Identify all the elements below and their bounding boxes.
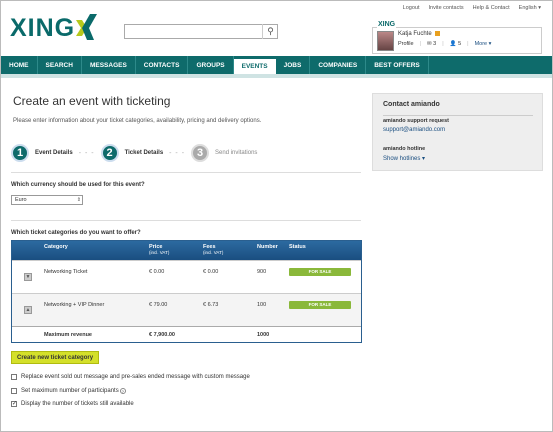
select-arrows-icon: ⇕ xyxy=(76,197,81,203)
avatar[interactable] xyxy=(377,31,394,51)
intro-text: Please enter information about your tick… xyxy=(13,118,262,124)
step-3-circle: 3 xyxy=(191,144,210,162)
step-1-circle: 1 xyxy=(11,144,29,162)
support-email-link[interactable]: support@amiando.com xyxy=(383,127,445,133)
max-participants-checkbox[interactable] xyxy=(11,388,17,394)
language-select[interactable]: English ▾ xyxy=(519,5,541,11)
person-icon: 👤 xyxy=(449,41,457,47)
search-input[interactable] xyxy=(124,24,278,39)
divider xyxy=(11,172,361,173)
sidebar-title: Contact amiando xyxy=(383,101,440,108)
price-cell: € 79.00 xyxy=(149,302,168,308)
nav-home[interactable]: HOME xyxy=(1,56,38,74)
step-3-label: Send invitations xyxy=(215,150,258,156)
number-cell: 900 xyxy=(257,269,267,275)
number-cell: 100 xyxy=(257,302,267,308)
status-badge: FOR SALE xyxy=(289,268,351,276)
header-number: Number xyxy=(257,244,278,250)
profile-actions: Profile | ✉ 3 | 👤 5 | More ▾ xyxy=(398,41,492,47)
step-divider: - - - xyxy=(78,149,95,157)
create-ticket-category-button[interactable]: Create new ticket category xyxy=(11,351,100,364)
sub-nav-bar xyxy=(1,74,552,78)
option-custom-message[interactable]: Replace event sold out message and pre-s… xyxy=(11,374,250,380)
fees-cell: € 0.00 xyxy=(203,269,219,275)
category-cell: Networking + VIP Dinner xyxy=(44,302,105,308)
total-number: 1000 xyxy=(257,332,270,338)
main-nav: HOME SEARCH MESSAGES CONTACTS GROUPS EVE… xyxy=(1,56,552,74)
nav-best-offers[interactable]: BEST OFFERS xyxy=(366,56,429,74)
logout-link[interactable]: Logout xyxy=(403,5,420,11)
custom-message-checkbox[interactable] xyxy=(11,374,17,380)
page-title: Create an event with ticketing xyxy=(13,94,171,108)
move-down-icon[interactable]: ▼ xyxy=(24,273,32,281)
currency-question: Which currency should be used for this e… xyxy=(11,182,145,188)
help-contact-link[interactable]: Help & Contact xyxy=(473,5,510,11)
nav-messages[interactable]: MESSAGES xyxy=(82,56,136,74)
fees-cell: € 6.73 xyxy=(203,302,219,308)
invite-contacts-link[interactable]: Invite contacts xyxy=(428,5,463,11)
xing-x-icon xyxy=(76,14,97,40)
more-menu[interactable]: More ▾ xyxy=(475,41,492,47)
table-header: Category Price (incl. VAT) Fees (incl. VAT… xyxy=(12,241,361,260)
nav-jobs[interactable]: JOBS xyxy=(276,56,311,74)
max-revenue-label: Maximum revenue xyxy=(44,332,92,338)
support-label: amiando support request xyxy=(383,118,450,124)
option-display-tickets[interactable]: ✓ Display the number of tickets still av… xyxy=(11,401,134,407)
nav-events[interactable]: EVENTS xyxy=(233,59,276,74)
contacts-link[interactable]: 👤 5 xyxy=(450,41,461,47)
move-up-icon[interactable]: ▲ xyxy=(24,306,32,314)
envelope-icon: ✉ xyxy=(427,41,432,47)
messages-link[interactable]: ✉ 3 xyxy=(427,41,436,47)
price-cell: € 0.00 xyxy=(149,269,165,275)
hotline-label: amiando hotline xyxy=(383,146,426,152)
nav-companies[interactable]: COMPANIES xyxy=(310,56,367,74)
table-footer: Maximum revenue € 7,900.00 1000 xyxy=(12,326,361,342)
step-divider: - - - xyxy=(169,149,186,157)
step-2-label: Ticket Details xyxy=(124,150,164,156)
profile-name[interactable]: Katja Fuchte xyxy=(398,31,440,37)
profile-link[interactable]: Profile xyxy=(398,41,414,47)
max-revenue-value: € 7,900.00 xyxy=(149,332,175,338)
divider xyxy=(11,220,361,221)
header-price: Price (incl. VAT) xyxy=(149,244,170,255)
table-row[interactable]: ▼ Networking Ticket € 0.00 € 0.00 900 FO… xyxy=(12,260,361,293)
nav-contacts[interactable]: CONTACTS xyxy=(136,56,189,74)
search-icon: ⚲ xyxy=(267,26,274,36)
divider xyxy=(383,115,533,116)
option-max-participants[interactable]: Set maximum number of participants ? xyxy=(11,388,126,394)
contact-sidebar: Contact amiando amiando support request … xyxy=(372,93,543,171)
header-category: Category xyxy=(44,244,68,250)
step-2-circle: 2 xyxy=(100,144,119,162)
categories-question: Which ticket categories do you want to o… xyxy=(11,230,141,236)
nav-groups[interactable]: GROUPS xyxy=(188,56,234,74)
display-tickets-checkbox[interactable]: ✓ xyxy=(11,401,17,407)
category-cell: Networking Ticket xyxy=(44,269,88,275)
premium-badge-icon xyxy=(434,31,440,36)
ticket-categories-table: Category Price (incl. VAT) Fees (incl. VAT… xyxy=(11,240,362,343)
profile-box: XING Katja Fuchte Profile | ✉ 3 | 👤 5 | … xyxy=(372,21,542,54)
header-fees: Fees (incl. VAT) xyxy=(203,244,224,255)
top-links: Logout Invite contacts Help & Contact En… xyxy=(403,5,541,11)
header-status: Status xyxy=(289,244,306,250)
xing-logo[interactable]: XING xyxy=(10,14,97,43)
xing-mini-logo: XING xyxy=(377,21,397,28)
currency-select[interactable]: Euro ⇕ xyxy=(11,195,83,205)
table-row[interactable]: ▲ Networking + VIP Dinner € 79.00 € 6.73… xyxy=(12,293,361,326)
step-1-label: Event Details xyxy=(35,150,73,156)
status-badge: FOR SALE xyxy=(289,301,351,309)
search-button[interactable]: ⚲ xyxy=(262,24,278,39)
show-hotlines-link[interactable]: Show hotlines ▾ xyxy=(383,155,425,162)
wizard-steps: 1 Event Details - - - 2 Ticket Details -… xyxy=(11,144,263,162)
nav-search[interactable]: SEARCH xyxy=(38,56,82,74)
help-icon[interactable]: ? xyxy=(119,388,126,394)
